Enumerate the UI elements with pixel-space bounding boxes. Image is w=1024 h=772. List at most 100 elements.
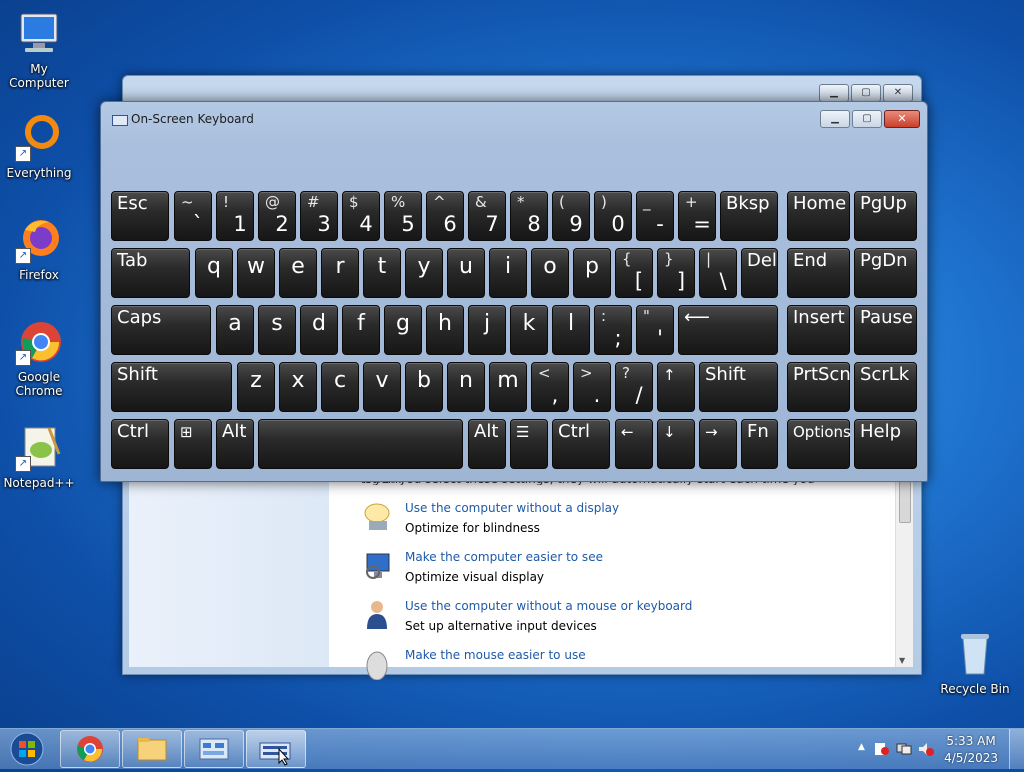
key-menu[interactable]: ☰ [510, 419, 548, 469]
key-e[interactable]: e [279, 248, 317, 298]
key-sym[interactable]: | \ [699, 248, 737, 298]
key-pgdn[interactable]: PgDn [854, 248, 917, 298]
option-link[interactable]: Make the computer easier to see [405, 550, 603, 564]
key-z[interactable]: z [237, 362, 275, 412]
key-p[interactable]: p [573, 248, 611, 298]
key-=[interactable]: + = [678, 191, 716, 241]
key-a[interactable]: a [216, 305, 254, 355]
key-home[interactable]: Home [787, 191, 850, 241]
key-help[interactable]: Help [854, 419, 917, 469]
desktop-icon-firefox[interactable]: ↗ Firefox [0, 216, 79, 282]
key-sym[interactable]: :; [594, 305, 632, 355]
key-t[interactable]: t [363, 248, 401, 298]
scrollbar-thumb[interactable] [899, 481, 911, 523]
key-sym[interactable]: {[ [615, 248, 653, 298]
key-q[interactable]: q [195, 248, 233, 298]
option-link[interactable]: Use the computer without a display [405, 501, 619, 515]
key-pgup[interactable]: PgUp [854, 191, 917, 241]
scroll-down-icon[interactable]: ▼ [899, 656, 905, 665]
key-right[interactable]: → [699, 419, 737, 469]
key-8[interactable]: * 8 [510, 191, 548, 241]
option-link[interactable]: Make the mouse easier to use [405, 648, 586, 662]
key-4[interactable]: $4 [342, 191, 380, 241]
key-up[interactable]: ↑ [657, 362, 695, 412]
maximize-button[interactable]: ▢ [852, 110, 882, 128]
key-options[interactable]: Options [787, 419, 851, 469]
key-prtscn[interactable]: PrtScn [787, 362, 851, 412]
close-button[interactable]: ✕ [884, 110, 920, 128]
key-alt-right[interactable]: Alt [468, 419, 506, 469]
taskbar-control-panel-button[interactable] [184, 730, 244, 768]
key-i[interactable]: i [489, 248, 527, 298]
key-sym[interactable]: <, [531, 362, 569, 412]
key-6[interactable]: ^ 6 [426, 191, 464, 241]
key-alt-left[interactable]: Alt [216, 419, 254, 469]
key-5[interactable]: % 5 [384, 191, 422, 241]
key-down[interactable]: ↓ [657, 419, 695, 469]
key-sym[interactable]: >. [573, 362, 611, 412]
key-b[interactable]: b [405, 362, 443, 412]
key-r[interactable]: r [321, 248, 359, 298]
key-0[interactable]: ) 0 [594, 191, 632, 241]
key-ctrl-left[interactable]: Ctrl [111, 419, 169, 469]
taskbar-explorer-button[interactable] [122, 730, 182, 768]
key-caps[interactable]: Caps [111, 305, 211, 355]
key-c[interactable]: c [321, 362, 359, 412]
desktop-icon-everything[interactable]: ↗ Everything [0, 114, 79, 180]
action-center-icon[interactable] [874, 741, 890, 755]
key-w[interactable]: w [237, 248, 275, 298]
key-m[interactable]: m [489, 362, 527, 412]
key-scrlk[interactable]: ScrLk [854, 362, 917, 412]
key-`[interactable]: ~ ` [174, 191, 212, 241]
show-desktop-button[interactable] [1009, 729, 1024, 769]
key-shift-right[interactable]: Shift [699, 362, 778, 412]
key-7[interactable]: & 7 [468, 191, 506, 241]
key-enter[interactable]: ⟵ [678, 305, 778, 355]
key-shift-left[interactable]: Shift [111, 362, 232, 412]
key-j[interactable]: j [468, 305, 506, 355]
key-2[interactable]: @2 [258, 191, 296, 241]
key-windows[interactable]: ⊞ [174, 419, 212, 469]
key-space[interactable] [258, 419, 463, 469]
key-x[interactable]: x [279, 362, 317, 412]
key-v[interactable]: v [363, 362, 401, 412]
show-hidden-icons-button[interactable]: ▲ [858, 742, 865, 752]
key-sym[interactable]: }] [657, 248, 695, 298]
key-k[interactable]: k [510, 305, 548, 355]
key-sym[interactable]: ? / [615, 362, 653, 412]
key-fn[interactable]: Fn [741, 419, 778, 469]
key-h[interactable]: h [426, 305, 464, 355]
desktop-icon-my-computer[interactable]: My Computer [0, 10, 79, 90]
key-d[interactable]: d [300, 305, 338, 355]
minimize-button[interactable]: ▁ [820, 110, 850, 128]
network-icon[interactable] [896, 741, 912, 755]
key-3[interactable]: #3 [300, 191, 338, 241]
desktop-icon-google-chrome[interactable]: ↗ Google Chrome [0, 318, 79, 398]
taskbar-chrome-button[interactable] [60, 730, 120, 768]
vertical-scrollbar[interactable]: ▼ [895, 479, 913, 667]
maximize-button[interactable]: ▢ [851, 84, 881, 102]
minimize-button[interactable]: ▁ [819, 84, 849, 102]
key-1[interactable]: ! 1 [216, 191, 254, 241]
key-f[interactable]: f [342, 305, 380, 355]
taskbar-osk-button[interactable] [246, 730, 306, 768]
option-link[interactable]: Use the computer without a mouse or keyb… [405, 599, 692, 613]
key-9[interactable]: (9 [552, 191, 590, 241]
key-esc[interactable]: Esc [111, 191, 169, 241]
key-u[interactable]: u [447, 248, 485, 298]
key-g[interactable]: g [384, 305, 422, 355]
key-sym[interactable]: " ' [636, 305, 674, 355]
key-bksp[interactable]: Bksp [720, 191, 778, 241]
clock[interactable]: 5:33 AM 4/5/2023 [944, 733, 998, 767]
key-l[interactable]: l [552, 305, 590, 355]
key-tab[interactable]: Tab [111, 248, 190, 298]
key-left[interactable]: ← [615, 419, 653, 469]
close-button[interactable]: ✕ [883, 84, 913, 102]
volume-muted-icon[interactable] [918, 741, 934, 756]
key-o[interactable]: o [531, 248, 569, 298]
key-pause[interactable]: Pause [854, 305, 917, 355]
key-y[interactable]: y [405, 248, 443, 298]
key-del[interactable]: Del [741, 248, 778, 298]
key-ctrl-right[interactable]: Ctrl [552, 419, 610, 469]
key-s[interactable]: s [258, 305, 296, 355]
